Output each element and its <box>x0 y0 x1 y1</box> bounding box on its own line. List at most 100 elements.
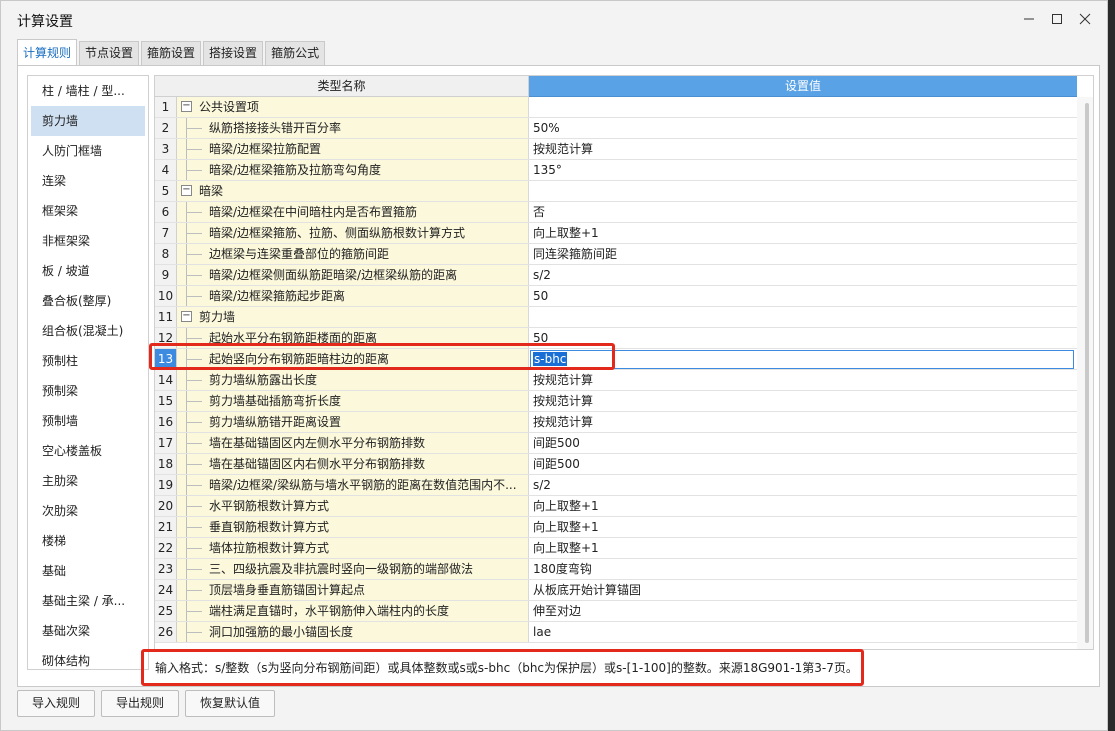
table-row[interactable]: 26 洞口加强筋的最小锚固长度 lae <box>155 622 1077 643</box>
sidebar-item[interactable]: 楼梯 <box>28 526 148 556</box>
minimize-button[interactable] <box>1015 7 1043 31</box>
row-value-cell[interactable]: 按规范计算 <box>529 370 1077 390</box>
row-name-cell[interactable]: 墙在基础锚固区内左侧水平分布钢筋排数 <box>177 433 529 453</box>
table-row[interactable]: 25 端柱满足直锚时，水平钢筋伸入端柱内的长度 伸至对边 <box>155 601 1077 622</box>
row-value-cell[interactable]: 按规范计算 <box>529 412 1077 432</box>
row-number[interactable]: 21 <box>155 517 177 537</box>
sidebar-item[interactable]: 基础次梁 <box>28 616 148 646</box>
row-name-cell[interactable]: 暗梁/边框梁侧面纵筋距暗梁/边框梁纵筋的距离 <box>177 265 529 285</box>
row-value-cell[interactable] <box>529 307 1077 327</box>
row-number[interactable]: 2 <box>155 118 177 138</box>
row-number[interactable]: 7 <box>155 223 177 243</box>
row-number[interactable]: 9 <box>155 265 177 285</box>
column-header-type[interactable]: 类型名称 <box>155 76 529 97</box>
row-number[interactable]: 4 <box>155 160 177 180</box>
row-name-cell[interactable]: 暗梁/边框梁箍筋起步距离 <box>177 286 529 306</box>
row-number[interactable]: 22 <box>155 538 177 558</box>
sidebar-item[interactable]: 组合板(混凝土) <box>28 316 148 346</box>
row-number[interactable]: 1 <box>155 97 177 117</box>
table-row[interactable]: 4 暗梁/边框梁箍筋及拉筋弯勾角度 135° <box>155 160 1077 181</box>
sidebar-item[interactable]: 柱 / 墙柱 / 型... <box>28 76 148 106</box>
table-row[interactable]: 23 三、四级抗震及非抗震时竖向一级钢筋的端部做法 180度弯钩 <box>155 559 1077 580</box>
tab-stirrup-settings[interactable]: 箍筋设置 <box>141 41 202 65</box>
row-value-cell[interactable]: 同连梁箍筋间距 <box>529 244 1077 264</box>
row-name-cell[interactable]: 垂直钢筋根数计算方式 <box>177 517 529 537</box>
row-name-cell[interactable]: 暗梁/边框梁箍筋、拉筋、侧面纵筋根数计算方式 <box>177 223 529 243</box>
row-number[interactable]: 25 <box>155 601 177 621</box>
row-name-cell[interactable]: 墙体拉筋根数计算方式 <box>177 538 529 558</box>
row-number[interactable]: 11 <box>155 307 177 327</box>
row-number[interactable]: 12 <box>155 328 177 348</box>
table-row[interactable]: 7 暗梁/边框梁箍筋、拉筋、侧面纵筋根数计算方式 向上取整+1 <box>155 223 1077 244</box>
group-row[interactable]: 5− 暗梁 <box>155 181 1077 202</box>
row-name-cell[interactable]: 暗梁/边框梁在中间暗柱内是否布置箍筋 <box>177 202 529 222</box>
table-row[interactable]: 10 暗梁/边框梁箍筋起步距离 50 <box>155 286 1077 307</box>
row-number[interactable]: 6 <box>155 202 177 222</box>
tab-node-settings[interactable]: 节点设置 <box>79 41 140 65</box>
sidebar-item[interactable]: 主肋梁 <box>28 466 148 496</box>
column-header-value[interactable]: 设置值 <box>529 76 1077 97</box>
row-name-cell[interactable]: 墙在基础锚固区内右侧水平分布钢筋排数 <box>177 454 529 474</box>
table-row[interactable]: 14 剪力墙纵筋露出长度 按规范计算 <box>155 370 1077 391</box>
row-value-cell[interactable]: 从板底开始计算锚固 <box>529 580 1077 600</box>
row-number[interactable]: 13 <box>155 349 177 369</box>
collapse-icon[interactable]: − <box>181 311 192 322</box>
row-number[interactable]: 14 <box>155 370 177 390</box>
sidebar-item[interactable]: 预制墙 <box>28 406 148 436</box>
restore-defaults-button[interactable]: 恢复默认值 <box>185 690 276 717</box>
row-value-cell[interactable]: s/2 <box>529 265 1077 285</box>
row-value-cell[interactable]: 向上取整+1 <box>529 223 1077 243</box>
close-button[interactable] <box>1071 7 1099 31</box>
row-name-cell[interactable]: 暗梁/边框梁箍筋及拉筋弯勾角度 <box>177 160 529 180</box>
row-number[interactable]: 5 <box>155 181 177 201</box>
row-value-cell[interactable]: 否 <box>529 202 1077 222</box>
row-name-cell[interactable]: − 剪力墙 <box>177 307 529 327</box>
sidebar-item[interactable]: 叠合板(整厚) <box>28 286 148 316</box>
row-number[interactable]: 17 <box>155 433 177 453</box>
grid-scrollbar[interactable] <box>1077 97 1093 649</box>
import-rules-button[interactable]: 导入规则 <box>17 690 96 717</box>
row-number[interactable]: 20 <box>155 496 177 516</box>
table-row[interactable]: 16 剪力墙纵筋错开距离设置 按规范计算 <box>155 412 1077 433</box>
row-name-cell[interactable]: 剪力墙纵筋露出长度 <box>177 370 529 390</box>
sidebar-item[interactable]: 人防门框墙 <box>28 136 148 166</box>
row-value-cell[interactable]: 50 <box>529 286 1077 306</box>
sidebar-item[interactable]: 基础主梁 / 承... <box>28 586 148 616</box>
row-name-cell[interactable]: 暗梁/边框梁/梁纵筋与墙水平钢筋的距离在数值范围内不... <box>177 475 529 495</box>
table-row[interactable]: 3 暗梁/边框梁拉筋配置 按规范计算 <box>155 139 1077 160</box>
table-row[interactable]: 20 水平钢筋根数计算方式 向上取整+1 <box>155 496 1077 517</box>
row-value-cell[interactable] <box>529 97 1077 117</box>
sidebar-item[interactable]: 剪力墙 <box>31 106 145 136</box>
row-number[interactable]: 26 <box>155 622 177 642</box>
row-value-cell[interactable]: 伸至对边 <box>529 601 1077 621</box>
row-value-cell[interactable]: 按规范计算 <box>529 391 1077 411</box>
row-number[interactable]: 8 <box>155 244 177 264</box>
row-number[interactable]: 10 <box>155 286 177 306</box>
row-value-cell[interactable]: 向上取整+1 <box>529 517 1077 537</box>
row-name-cell[interactable]: − 公共设置项 <box>177 97 529 117</box>
sidebar-item[interactable]: 连梁 <box>28 166 148 196</box>
sidebar-item[interactable]: 预制梁 <box>28 376 148 406</box>
row-value-cell[interactable]: 向上取整+1 <box>529 538 1077 558</box>
row-value-cell[interactable]: s/2 <box>529 475 1077 495</box>
group-row[interactable]: 11− 剪力墙 <box>155 307 1077 328</box>
sidebar-scrollbar[interactable] <box>149 75 153 670</box>
row-name-cell[interactable]: − 暗梁 <box>177 181 529 201</box>
export-rules-button[interactable]: 导出规则 <box>101 690 180 717</box>
maximize-button[interactable] <box>1043 7 1071 31</box>
sidebar-item[interactable]: 砌体结构 <box>28 646 148 669</box>
table-row[interactable]: 24 顶层墙身垂直筋锚固计算起点 从板底开始计算锚固 <box>155 580 1077 601</box>
row-name-cell[interactable]: 起始水平分布钢筋距楼面的距离 <box>177 328 529 348</box>
row-value-cell[interactable] <box>529 181 1077 201</box>
row-value-cell[interactable]: 50% <box>529 118 1077 138</box>
group-row[interactable]: 1− 公共设置项 <box>155 97 1077 118</box>
row-value-cell[interactable]: 135° <box>529 160 1077 180</box>
table-row[interactable]: 13 起始竖向分布钢筋距暗柱边的距离 s-bhc <box>155 349 1077 370</box>
row-name-cell[interactable]: 剪力墙纵筋错开距离设置 <box>177 412 529 432</box>
row-name-cell[interactable]: 起始竖向分布钢筋距暗柱边的距离 <box>177 349 529 369</box>
row-name-cell[interactable]: 纵筋搭接接头错开百分率 <box>177 118 529 138</box>
collapse-icon[interactable]: − <box>181 101 192 112</box>
row-name-cell[interactable]: 边框梁与连梁重叠部位的箍筋间距 <box>177 244 529 264</box>
table-row[interactable]: 2 纵筋搭接接头错开百分率 50% <box>155 118 1077 139</box>
row-name-cell[interactable]: 端柱满足直锚时，水平钢筋伸入端柱内的长度 <box>177 601 529 621</box>
